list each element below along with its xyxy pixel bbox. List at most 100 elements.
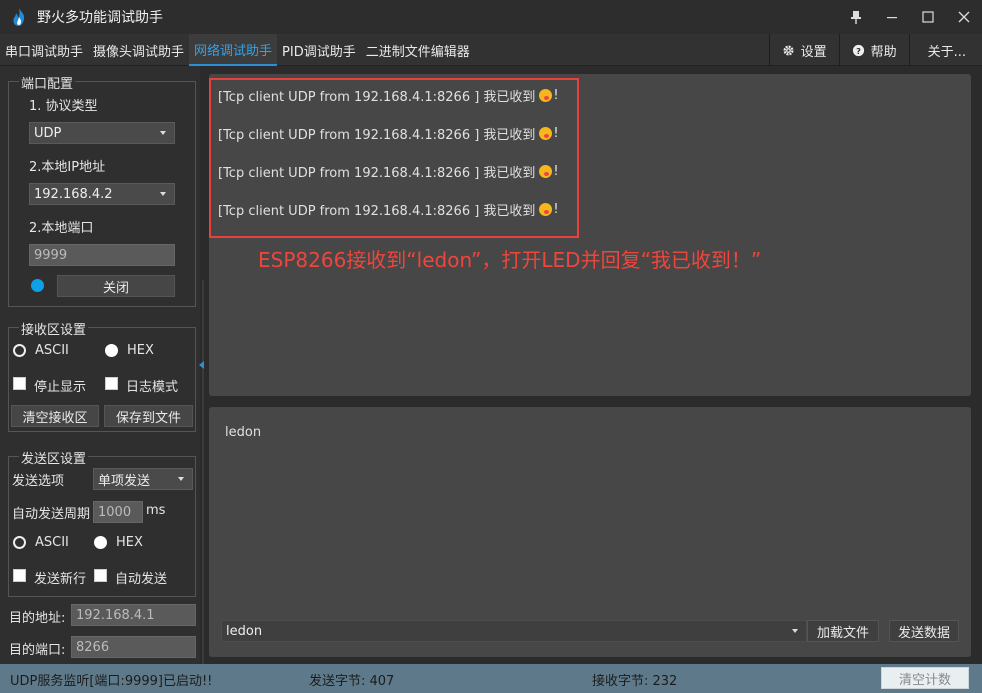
window-title: 野火多功能调试助手: [37, 10, 163, 26]
port-config-group: 端口配置 1. 协议类型 UDP 2.本地IP地址 192.168.4.2 2.…: [8, 73, 196, 307]
about-button[interactable]: 关于...: [908, 34, 982, 66]
recv-settings-title: 接收区设置: [19, 319, 89, 338]
help-button[interactable]: ? 帮助: [838, 34, 909, 66]
recv-ascii-label: ASCII: [35, 343, 69, 358]
send-option-value: 单项发送: [98, 473, 151, 489]
chevron-down-icon: [792, 629, 798, 633]
target-port-label: 目的端口:: [9, 643, 66, 658]
send-data-button[interactable]: 发送数据: [889, 620, 959, 642]
target-addr-label: 目的地址:: [9, 611, 66, 626]
recv-line: [Tcp client UDP from 192.168.4.1:8266 ] …: [218, 162, 559, 181]
clear-recv-button[interactable]: 清空接收区: [11, 405, 99, 427]
title-bar: 野火多功能调试助手: [0, 0, 982, 34]
port-config-title: 端口配置: [19, 73, 76, 92]
close-connection-button[interactable]: 关闭: [57, 275, 175, 297]
send-newline-checkbox[interactable]: [13, 569, 26, 582]
local-ip-select[interactable]: 192.168.4.2: [29, 183, 175, 205]
annotation-text: ESP8266接收到“ledon”，打开LED并回复“我已收到！”: [258, 248, 762, 272]
smiley-emoji-icon: [539, 127, 553, 140]
recv-line: [Tcp client UDP from 192.168.4.1:8266 ] …: [218, 124, 559, 143]
maximize-icon[interactable]: [910, 0, 946, 34]
tab-pid[interactable]: PID调试助手: [277, 34, 361, 66]
send-option-select[interactable]: 单项发送: [93, 468, 193, 490]
target-port-input[interactable]: 8266: [71, 636, 196, 658]
pin-icon[interactable]: [838, 0, 874, 34]
recv-line-text: [Tcp client UDP from 192.168.4.1:8266 ] …: [218, 128, 536, 143]
settings-label: 设置: [800, 44, 827, 60]
status-bar: UDP服务监听[端口:9999]已启动!! 发送字节: 407 接收字节: 23…: [0, 664, 982, 693]
chevron-down-icon: [160, 192, 166, 196]
auto-send-checkbox[interactable]: [94, 569, 107, 582]
recv-hex-radio[interactable]: [105, 344, 118, 357]
auto-period-unit: ms: [146, 503, 166, 518]
send-history-select[interactable]: ledon: [221, 620, 807, 642]
load-file-button[interactable]: 加载文件: [807, 620, 879, 642]
protocol-select[interactable]: UDP: [29, 122, 175, 144]
recv-line: [Tcp client UDP from 192.168.4.1:8266 ] …: [218, 86, 559, 105]
tab-network[interactable]: 网络调试助手: [189, 34, 278, 66]
recv-line-suffix: !: [553, 126, 559, 141]
send-settings-title: 发送区设置: [19, 448, 89, 467]
settings-button[interactable]: 设置: [768, 34, 839, 66]
status-message: UDP服务监听[端口:9999]已启动!!: [10, 674, 213, 689]
log-mode-label: 日志模式: [126, 380, 179, 395]
send-newline-label: 发送新行: [34, 572, 87, 587]
recv-line-suffix: !: [553, 164, 559, 179]
send-ascii-radio[interactable]: [13, 536, 26, 549]
local-port-value: 9999: [34, 247, 68, 263]
local-port-input[interactable]: 9999: [29, 244, 175, 266]
send-area[interactable]: ledon ledon 加载文件 发送数据: [209, 407, 971, 657]
sent-bytes: 发送字节: 407: [309, 674, 395, 689]
receive-area[interactable]: [Tcp client UDP from 192.168.4.1:8266 ] …: [209, 74, 971, 396]
recv-hex-label: HEX: [127, 343, 154, 358]
gear-icon: [783, 44, 794, 56]
flame-logo-icon: [13, 8, 25, 26]
local-ip-label: 2.本地IP地址: [29, 160, 106, 175]
local-port-label: 2.本地端口: [29, 221, 94, 236]
smiley-emoji-icon: [539, 203, 553, 216]
help-label: 帮助: [870, 44, 897, 60]
recv-bytes: 接收字节: 232: [592, 674, 678, 689]
send-option-label: 发送选项: [12, 474, 65, 489]
smiley-emoji-icon: [539, 89, 553, 102]
send-hex-radio[interactable]: [94, 536, 107, 549]
recv-line-suffix: !: [553, 88, 559, 103]
send-ascii-label: ASCII: [35, 535, 69, 550]
connection-status-indicator: [31, 279, 44, 292]
auto-period-input[interactable]: 1000: [93, 501, 143, 523]
recv-line-text: [Tcp client UDP from 192.168.4.1:8266 ] …: [218, 166, 536, 181]
log-mode-checkbox[interactable]: [105, 377, 118, 390]
target-addr-value: 192.168.4.1: [76, 607, 155, 623]
tab-camera[interactable]: 摄像头调试助手: [88, 34, 189, 66]
recv-line-text: [Tcp client UDP from 192.168.4.1:8266 ] …: [218, 204, 536, 219]
stop-display-checkbox[interactable]: [13, 377, 26, 390]
recv-ascii-radio[interactable]: [13, 344, 26, 357]
save-to-file-button[interactable]: 保存到文件: [104, 405, 193, 427]
tab-serial[interactable]: 串口调试助手: [0, 34, 88, 66]
about-label: 关于...: [927, 44, 966, 60]
close-icon[interactable]: [946, 0, 982, 34]
svg-text:?: ?: [856, 45, 861, 55]
stop-display-label: 停止显示: [34, 380, 87, 395]
target-port-value: 8266: [76, 639, 110, 655]
tab-binary-editor[interactable]: 二进制文件编辑器: [361, 34, 475, 66]
auto-send-label: 自动发送: [115, 572, 168, 587]
recv-line-text: [Tcp client UDP from 192.168.4.1:8266 ] …: [218, 90, 536, 105]
smiley-emoji-icon: [539, 165, 553, 178]
question-icon: ?: [852, 44, 864, 56]
target-addr-input[interactable]: 192.168.4.1: [71, 604, 196, 626]
chevron-down-icon: [178, 477, 184, 481]
minimize-icon[interactable]: [874, 0, 910, 34]
protocol-value: UDP: [34, 125, 62, 141]
protocol-label: 1. 协议类型: [29, 99, 98, 114]
send-hex-label: HEX: [116, 535, 143, 550]
send-text: ledon: [225, 425, 262, 440]
tab-bar: 串口调试助手 摄像头调试助手 网络调试助手 PID调试助手 二进制文件编辑器 设…: [0, 34, 982, 66]
recv-line-suffix: !: [553, 202, 559, 217]
local-ip-value: 192.168.4.2: [34, 186, 113, 202]
collapse-arrow-icon[interactable]: [199, 361, 204, 369]
chevron-down-icon: [160, 131, 166, 135]
clear-count-button[interactable]: 清空计数: [881, 667, 969, 689]
left-panel: 端口配置 1. 协议类型 UDP 2.本地IP地址 192.168.4.2 2.…: [0, 66, 200, 664]
auto-period-label: 自动发送周期: [12, 507, 91, 522]
